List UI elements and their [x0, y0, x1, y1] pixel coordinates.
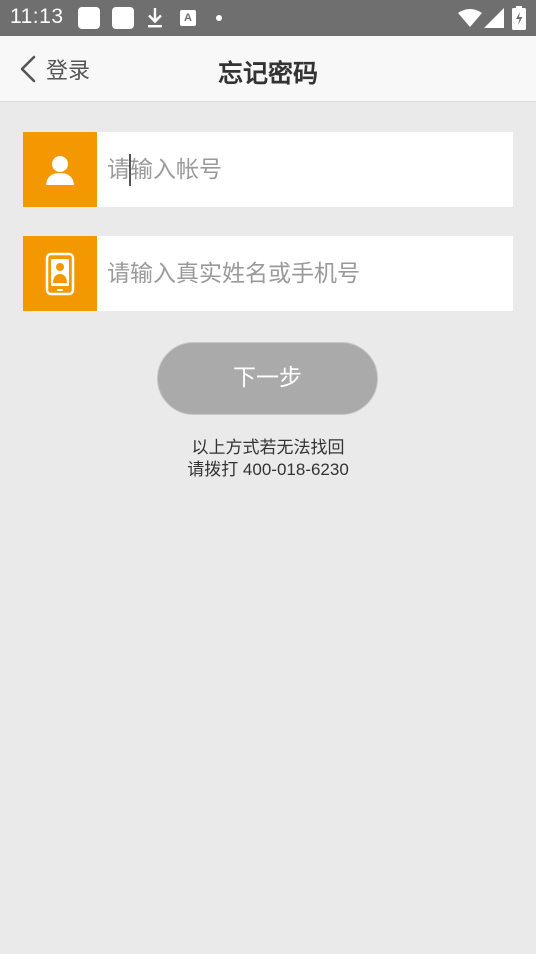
- app-notification-icon: [112, 7, 134, 29]
- battery-icon: [512, 6, 526, 30]
- next-button[interactable]: 下一步: [157, 342, 378, 415]
- dot-icon: [216, 15, 222, 21]
- download-icon: [148, 8, 162, 28]
- account-input[interactable]: [97, 132, 513, 207]
- a-icon: A: [180, 10, 196, 26]
- name-phone-input-row: [23, 236, 513, 311]
- user-icon: [46, 155, 74, 185]
- signal-icon: [484, 8, 504, 28]
- mobile-contact-icon: [45, 252, 75, 295]
- text-cursor: [129, 154, 131, 186]
- status-bar: 11:13 A: [0, 0, 536, 36]
- wifi-icon: [458, 9, 482, 27]
- title-bar: 登录 忘记密码: [0, 36, 536, 102]
- account-icon-box: [23, 132, 97, 207]
- name-phone-input[interactable]: [97, 236, 513, 311]
- phone-icon-box: [23, 236, 97, 311]
- account-input-row: [23, 132, 513, 207]
- help-text-hotline: 请拨打 400-018-6230: [187, 460, 349, 479]
- status-time: 11:13: [10, 5, 64, 28]
- app-notification-icon: [78, 7, 100, 29]
- page-title: 忘记密码: [217, 59, 318, 88]
